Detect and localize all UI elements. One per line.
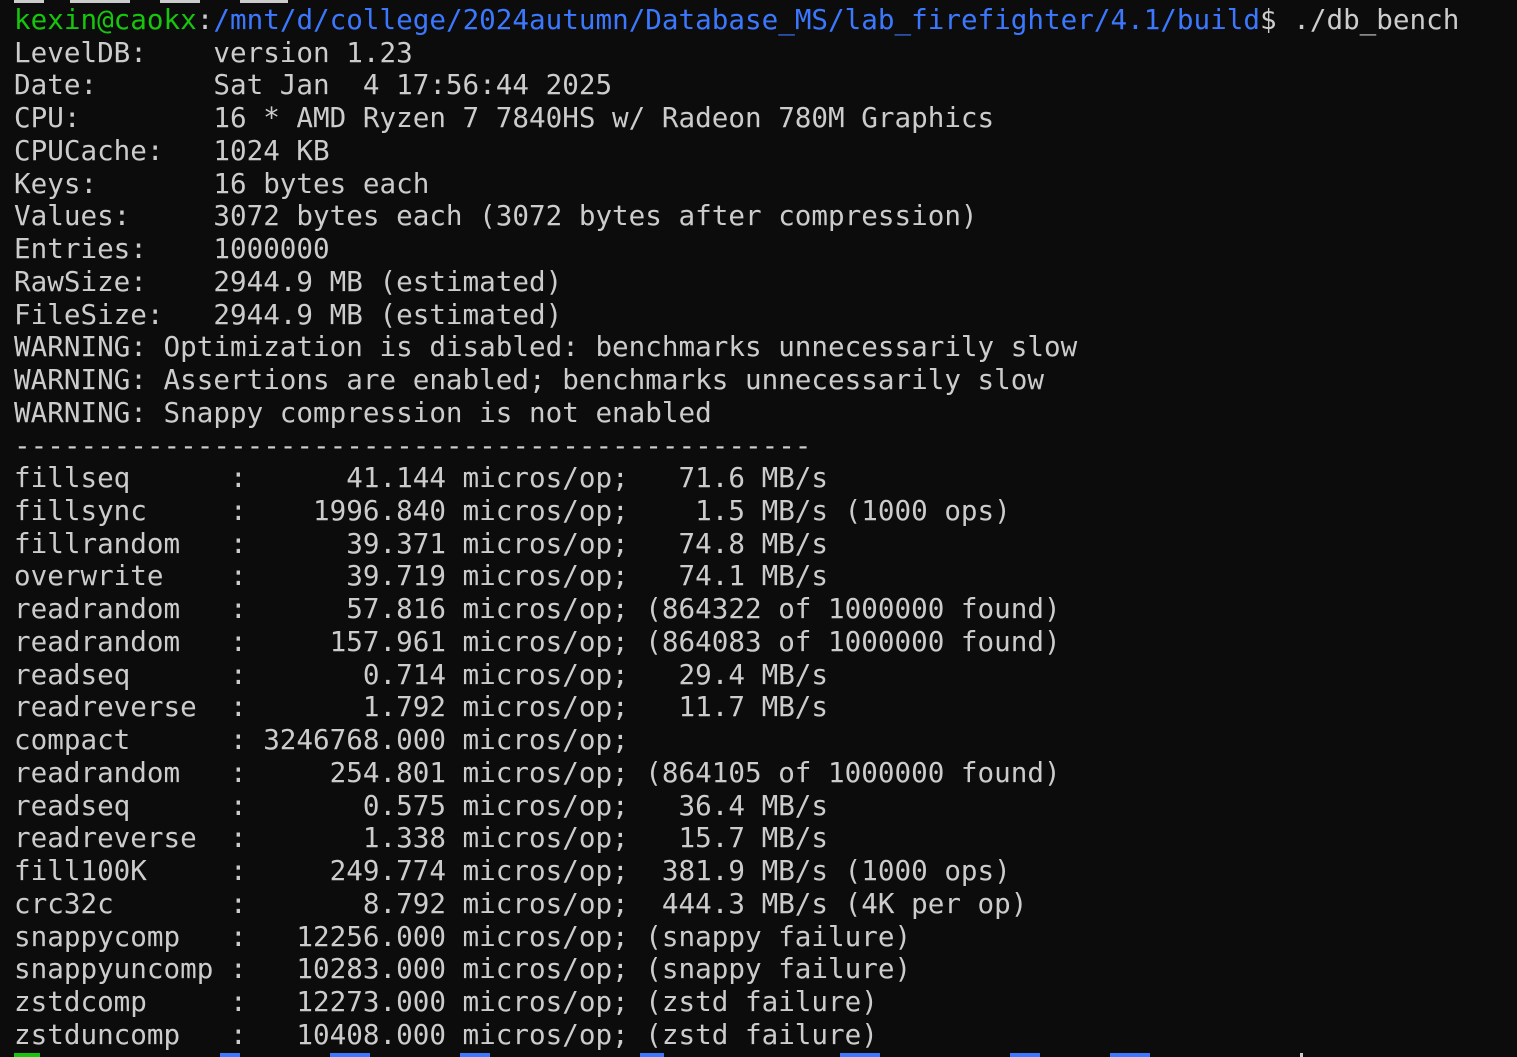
output-line: Values: 3072 bytes each (3072 bytes afte…: [14, 199, 978, 233]
next-prompt-fragment: [0, 1053, 1517, 1057]
benchmark-row: zstdcomp : 12273.000 micros/op; (zstd fa…: [14, 985, 878, 1019]
benchmark-row: snappycomp : 12256.000 micros/op; (snapp…: [14, 919, 912, 953]
output-line: CPU: 16 * AMD Ryzen 7 7840HS w/ Radeon 7…: [14, 101, 995, 135]
benchmark-row: readrandom : 57.816 micros/op; (864322 o…: [14, 592, 1061, 626]
previous-line-fragment: [0, 0, 1517, 3]
benchmark-row: snappyuncomp : 10283.000 micros/op; (sna…: [14, 952, 912, 986]
benchmark-row: readseq : 0.714 micros/op; 29.4 MB/s: [14, 657, 829, 691]
benchmark-row: zstduncomp : 10408.000 micros/op; (zstd …: [14, 1017, 878, 1051]
benchmark-row: fillsync : 1996.840 micros/op; 1.5 MB/s …: [14, 494, 1011, 528]
output-line: Entries: 1000000: [14, 232, 330, 266]
benchmark-row: readreverse : 1.792 micros/op; 11.7 MB/s: [14, 690, 829, 724]
benchmark-row: overwrite : 39.719 micros/op; 74.1 MB/s: [14, 559, 829, 593]
separator-line: ----------------------------------------…: [14, 428, 812, 462]
output-line: Keys: 16 bytes each: [14, 166, 430, 200]
output-line: FileSize: 2944.9 MB (estimated): [14, 297, 563, 331]
benchmark-row: fill100K : 249.774 micros/op; 381.9 MB/s…: [14, 854, 1011, 888]
warning-line: WARNING: Snappy compression is not enabl…: [14, 395, 712, 429]
benchmark-row: fillseq : 41.144 micros/op; 71.6 MB/s: [14, 461, 829, 495]
warning-line: WARNING: Assertions are enabled; benchma…: [14, 363, 1044, 397]
warning-line: WARNING: Optimization is disabled: bench…: [14, 330, 1078, 364]
output-line: Date: Sat Jan 4 17:56:44 2025: [14, 68, 613, 102]
benchmark-row: compact : 3246768.000 micros/op;: [14, 723, 629, 757]
prompt-separator: :: [196, 3, 214, 36]
benchmark-row: fillrandom : 39.371 micros/op; 74.8 MB/s: [14, 526, 829, 560]
benchmark-row: readrandom : 157.961 micros/op; (864083 …: [14, 624, 1061, 658]
prompt-path: /mnt/d/college/2024autumn/Database_MS/la…: [213, 3, 1260, 36]
output-line: RawSize: 2944.9 MB (estimated): [14, 264, 563, 298]
benchmark-row: readreverse : 1.338 micros/op; 15.7 MB/s: [14, 821, 829, 855]
benchmark-row: crc32c : 8.792 micros/op; 444.3 MB/s (4K…: [14, 886, 1028, 920]
terminal-window[interactable]: kexin@caokx:/mnt/d/college/2024autumn/Da…: [0, 0, 1517, 1057]
benchmark-row: readseq : 0.575 micros/op; 36.4 MB/s: [14, 788, 829, 822]
benchmark-row: readrandom : 254.801 micros/op; (864105 …: [14, 755, 1061, 789]
prompt-command: ./db_bench: [1293, 3, 1460, 36]
output-line: CPUCache: 1024 KB: [14, 133, 330, 167]
output-line: LevelDB: version 1.23: [14, 35, 413, 69]
prompt-user-host: kexin@caokx: [14, 3, 197, 36]
prompt-dollar: $: [1259, 3, 1277, 36]
prompt-line: kexin@caokx:/mnt/d/college/2024autumn/Da…: [14, 3, 1517, 37]
